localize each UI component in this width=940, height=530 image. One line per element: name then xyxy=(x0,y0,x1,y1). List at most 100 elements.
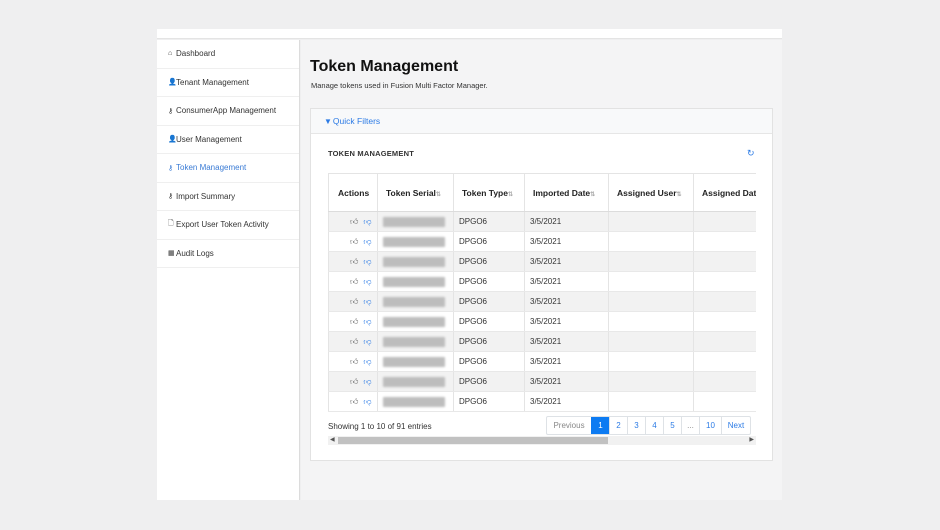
assigned-user-cell xyxy=(608,291,694,312)
thumbs-down-icon[interactable]: 👎︎ xyxy=(363,397,371,406)
actions-cell: 👍︎ 👎︎ xyxy=(328,311,378,332)
scroll-left-icon[interactable]: ◀ xyxy=(330,436,335,445)
column-header-actions: Actions xyxy=(328,173,378,212)
thumbs-up-icon[interactable]: 👍︎ xyxy=(350,317,358,326)
thumbs-up-icon[interactable]: 👍︎ xyxy=(350,257,358,266)
thumbs-down-icon[interactable]: 👎︎ xyxy=(363,217,371,226)
assigned-user-cell xyxy=(608,271,694,292)
table-header-row: Actions Token Serial⇅ Token Type⇅ Import… xyxy=(328,173,756,212)
sort-icon[interactable]: ⇅ xyxy=(508,192,513,198)
token-type-cell: DPGO6 xyxy=(453,291,525,312)
token-type-cell: DPGO6 xyxy=(453,371,525,392)
token-type-cell: DPGO6 xyxy=(453,211,525,232)
thumbs-down-icon[interactable]: 👎︎ xyxy=(363,297,371,306)
sidebar-item-label: ConsumerApp Management xyxy=(176,106,277,116)
token-serial-cell xyxy=(377,391,454,412)
sidebar-item-import-summary[interactable]: ⚷ Import Summary xyxy=(157,183,299,211)
table-row: 👍︎ 👎︎ DPGO6 3/5/2021 xyxy=(328,251,756,272)
thumbs-up-icon[interactable]: 👍︎ xyxy=(350,297,358,306)
sidebar-item-tenant-management[interactable]: 👤 Tenant Management xyxy=(157,69,299,97)
top-bar xyxy=(157,29,782,39)
imported-date-cell: 3/5/2021 xyxy=(524,291,609,312)
assigned-date-cell xyxy=(693,291,756,312)
thumbs-up-icon[interactable]: 👍︎ xyxy=(350,377,358,386)
sidebar-item-label: Export User Token Activity xyxy=(176,220,269,230)
token-serial-cell xyxy=(377,331,454,352)
assigned-user-cell xyxy=(608,391,694,412)
table-row: 👍︎ 👎︎ DPGO6 3/5/2021 xyxy=(328,311,756,332)
actions-cell: 👍︎ 👎︎ xyxy=(328,251,378,272)
refresh-icon[interactable]: ↻ xyxy=(747,148,755,159)
sidebar-item-user-management[interactable]: 👤 User Management xyxy=(157,126,299,154)
sort-icon[interactable]: ⇅ xyxy=(436,192,441,198)
table-row: 👍︎ 👎︎ DPGO6 3/5/2021 xyxy=(328,331,756,352)
sidebar: ⌂ Dashboard 👤 Tenant Management ⚷ ConsumerApp… xyxy=(157,40,300,500)
page-3-button[interactable]: 3 xyxy=(627,417,645,434)
page-1-button[interactable]: 1 xyxy=(591,417,609,434)
token-serial-cell xyxy=(377,311,454,332)
thumbs-down-icon[interactable]: 👎︎ xyxy=(363,237,371,246)
thumbs-down-icon[interactable]: 👎︎ xyxy=(363,317,371,326)
thumbs-up-icon[interactable]: 👍︎ xyxy=(350,337,358,346)
quick-filters-toggle[interactable]: ▼ Quick Filters xyxy=(311,109,772,134)
redacted-serial xyxy=(383,356,445,367)
column-header-token-type[interactable]: Token Type⇅ xyxy=(453,173,525,212)
thumbs-down-icon[interactable]: 👎︎ xyxy=(363,357,371,366)
thumbs-up-icon[interactable]: 👍︎ xyxy=(350,217,358,226)
sort-icon[interactable]: ⇅ xyxy=(677,192,682,198)
token-serial-cell xyxy=(377,291,454,312)
actions-cell: 👍︎ 👎︎ xyxy=(328,291,378,312)
sidebar-item-token-management[interactable]: ⚷ Token Management xyxy=(157,154,299,183)
sidebar-item-dashboard[interactable]: ⌂ Dashboard xyxy=(157,40,299,69)
sidebar-item-export-user-token-activity[interactable]: 🗋 Export User Token Activity xyxy=(157,211,299,240)
page-5-button[interactable]: 5 xyxy=(663,417,681,434)
imported-date-cell: 3/5/2021 xyxy=(524,351,609,372)
thumbs-down-icon[interactable]: 👎︎ xyxy=(363,337,371,346)
table-container: Actions Token Serial⇅ Token Type⇅ Import… xyxy=(328,173,756,413)
home-icon: ⌂ xyxy=(168,50,173,58)
scroll-right-icon[interactable]: ▶ xyxy=(749,436,754,445)
assigned-user-cell xyxy=(608,351,694,372)
thumbs-up-icon[interactable]: 👍︎ xyxy=(350,397,358,406)
imported-date-cell: 3/5/2021 xyxy=(524,251,609,272)
quick-filters-label: Quick Filters xyxy=(332,116,381,126)
user-icon: 👤 xyxy=(168,136,177,144)
imported-date-cell: 3/5/2021 xyxy=(524,311,609,332)
redacted-serial xyxy=(383,296,445,307)
page-4-button[interactable]: 4 xyxy=(645,417,663,434)
column-header-token-serial[interactable]: Token Serial⇅ xyxy=(377,173,454,212)
thumbs-up-icon[interactable]: 👍︎ xyxy=(350,237,358,246)
imported-date-cell: 3/5/2021 xyxy=(524,271,609,292)
column-header-assigned-date[interactable]: Assigned Dat xyxy=(693,173,756,212)
thumbs-up-icon[interactable]: 👍︎ xyxy=(350,357,358,366)
redacted-serial xyxy=(383,316,445,327)
page-10-button[interactable]: 10 xyxy=(699,417,721,434)
column-header-assigned-user[interactable]: Assigned User⇅ xyxy=(608,173,694,212)
table-icon: ▦ xyxy=(168,250,175,258)
page-subtitle: Manage tokens used in Fusion Multi Facto… xyxy=(311,81,488,90)
sort-icon[interactable]: ⇅ xyxy=(590,192,595,198)
assigned-date-cell xyxy=(693,231,756,252)
sidebar-item-audit-logs[interactable]: ▦ Audit Logs xyxy=(157,240,299,268)
thumbs-down-icon[interactable]: 👎︎ xyxy=(363,277,371,286)
page-next-button[interactable]: Next xyxy=(721,417,750,434)
redacted-serial xyxy=(383,396,445,407)
table-row: 👍︎ 👎︎ DPGO6 3/5/2021 xyxy=(328,271,756,292)
thumbs-up-icon[interactable]: 👍︎ xyxy=(350,277,358,286)
token-table: Actions Token Serial⇅ Token Type⇅ Import… xyxy=(328,173,756,412)
sidebar-item-consumerapp-management[interactable]: ⚷ ConsumerApp Management xyxy=(157,97,299,126)
assigned-user-cell xyxy=(608,331,694,352)
column-header-imported-date[interactable]: Imported Date⇅ xyxy=(524,173,609,212)
sidebar-item-label: Token Management xyxy=(176,163,247,173)
horizontal-scrollbar[interactable]: ◀ ▶ xyxy=(328,436,756,445)
actions-cell: 👍︎ 👎︎ xyxy=(328,331,378,352)
page-2-button[interactable]: 2 xyxy=(609,417,627,434)
main-content: Token Management Manage tokens used in F… xyxy=(301,40,782,500)
thumbs-down-icon[interactable]: 👎︎ xyxy=(363,377,371,386)
token-type-cell: DPGO6 xyxy=(453,391,525,412)
assigned-user-cell xyxy=(608,231,694,252)
scrollbar-thumb[interactable] xyxy=(338,437,608,444)
key-icon: ⚷ xyxy=(168,164,174,172)
page-previous-button[interactable]: Previous xyxy=(547,417,591,434)
thumbs-down-icon[interactable]: 👎︎ xyxy=(363,257,371,266)
